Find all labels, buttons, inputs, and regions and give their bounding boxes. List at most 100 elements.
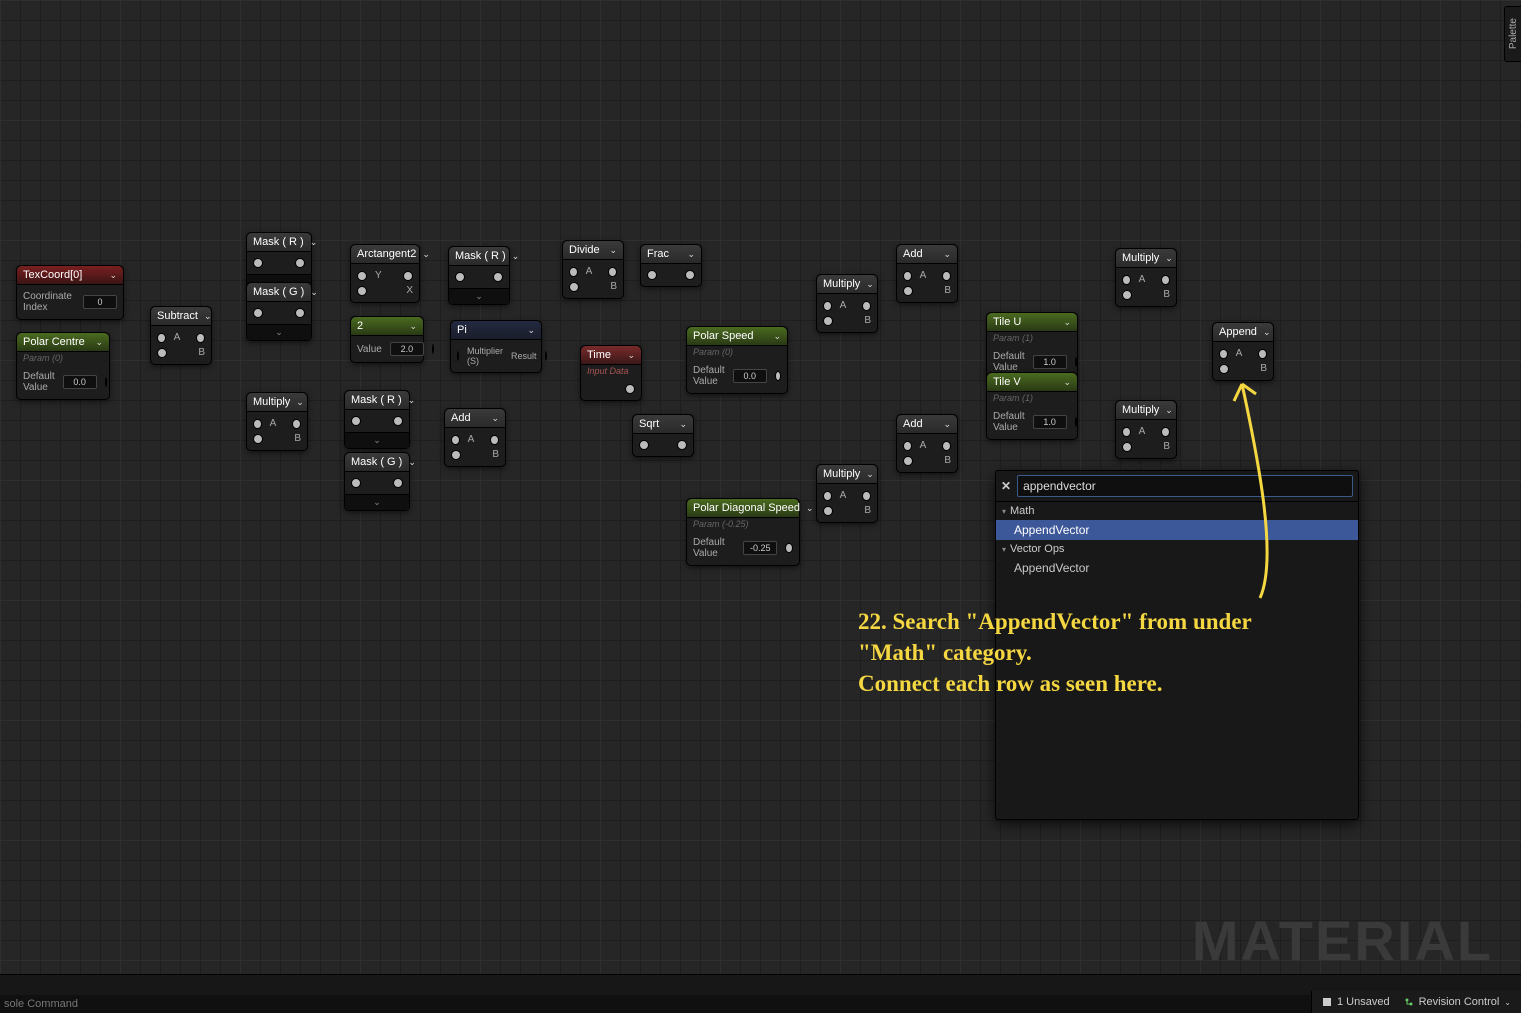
node-multiply-diag[interactable]: Multiply⌄ A B [816,464,878,523]
chevron-down-icon[interactable]: ⌄ [773,331,781,342]
chevron-down-icon[interactable]: ⌄ [627,350,635,361]
default-value-input[interactable] [1033,415,1067,429]
chevron-down-icon[interactable]: ⌄ [409,321,417,332]
pin-in-a[interactable] [157,333,166,343]
chevron-down-icon[interactable]: ⌄ [866,469,874,480]
pin-in[interactable] [351,416,361,426]
pin-in[interactable] [647,270,657,280]
pin-in[interactable] [639,440,649,450]
pin-in[interactable] [455,272,465,282]
node-add-bottom[interactable]: Add⌄ A B [896,414,958,473]
pin-in-b[interactable] [903,456,913,466]
pin-out[interactable] [545,351,547,361]
node-polar-speed[interactable]: Polar Speed⌄ Param (0) Default Value [686,326,788,394]
chevron-down-icon[interactable]: ⌄ [422,249,430,260]
pin-out[interactable] [608,267,617,277]
pin-in-b[interactable] [157,348,167,358]
chevron-down-icon[interactable]: ⌄ [408,395,416,406]
pin-out[interactable] [393,478,403,488]
node-polar-diagonal-speed[interactable]: Polar Diagonal Speed⌄ Param (-0.25) Defa… [686,498,800,566]
pin-out[interactable] [493,272,503,282]
expand-toggle[interactable]: ⌄ [345,432,409,448]
node-arctangent2[interactable]: Arctangent2⌄ Y X [350,244,420,303]
pin-in-a[interactable] [451,435,460,445]
pin-in-b[interactable] [903,286,913,296]
chevron-down-icon[interactable]: ⌄ [679,419,687,430]
pin-out[interactable] [942,441,951,451]
node-multiply-v[interactable]: Multiply⌄ A B [1115,400,1177,459]
pin-out[interactable] [292,419,301,429]
pin-out[interactable] [685,270,695,280]
node-polar-centre[interactable]: Polar Centre⌄ Param (0) Default Value [16,332,110,400]
node-tile-u[interactable]: Tile U⌄ Param (1) Default Value [986,312,1078,380]
node-sqrt[interactable]: Sqrt⌄ [632,414,694,457]
pin-out[interactable] [1258,349,1267,359]
pin-out[interactable] [105,377,107,387]
chevron-down-icon[interactable]: ⌄ [310,287,318,298]
pin-out[interactable] [1075,417,1077,427]
pin-in-b[interactable] [253,434,263,444]
chevron-down-icon[interactable]: ⌄ [943,419,951,430]
node-divide[interactable]: Divide⌄ A B [562,240,624,299]
chevron-down-icon[interactable]: ⌄ [1063,317,1071,328]
expand-toggle[interactable]: ⌄ [449,288,509,304]
pin-out[interactable] [1161,427,1170,437]
node-add-top[interactable]: Add⌄ A B [896,244,958,303]
default-value-input[interactable] [63,375,97,389]
pin-out[interactable] [490,435,499,445]
pin-in-a[interactable] [903,271,912,281]
pin-out[interactable] [403,271,413,281]
chevron-down-icon[interactable]: ⌄ [512,251,520,262]
pin-in[interactable] [351,478,361,488]
node-tile-v[interactable]: Tile V⌄ Param (1) Default Value [986,372,1078,440]
pin-out[interactable] [295,308,305,318]
pin-in-b[interactable] [823,316,833,326]
chevron-down-icon[interactable]: ⌄ [408,457,416,468]
pin-in-a[interactable] [1122,275,1131,285]
revision-control-menu[interactable]: Revision Control ⌄ [1404,996,1511,1008]
default-value-input[interactable] [743,541,777,555]
pin-in-b[interactable] [451,450,461,460]
chevron-down-icon[interactable]: ⌄ [109,270,117,281]
pin-out[interactable] [432,344,434,354]
expand-toggle[interactable]: ⌄ [247,324,311,340]
chevron-down-icon[interactable]: ⌄ [491,413,499,424]
node-constant-2[interactable]: 2⌄ Value [350,316,424,363]
chevron-down-icon[interactable]: ⌄ [943,249,951,260]
chevron-down-icon[interactable]: ⌄ [95,337,103,348]
chevron-down-icon[interactable]: ⌄ [296,397,304,408]
chevron-down-icon[interactable]: ⌄ [1165,405,1173,416]
pin-in-a[interactable] [823,301,832,311]
node-add-mid[interactable]: Add⌄ A B [444,408,506,467]
pin-out[interactable] [862,491,871,501]
pin-out[interactable] [775,371,781,381]
node-multiply-speed[interactable]: Multiply⌄ A B [816,274,878,333]
pin-out[interactable] [295,258,305,268]
node-mask-g-3[interactable]: Mask ( G )⌄ ⌄ [344,452,410,511]
chevron-down-icon[interactable]: ⌄ [1063,377,1071,388]
pin-in-x[interactable] [357,286,367,296]
pin-in-y[interactable] [357,271,367,281]
default-value-input[interactable] [1033,355,1067,369]
pin-out[interactable] [1161,275,1170,285]
pin-in-b[interactable] [1122,290,1132,300]
chevron-down-icon[interactable]: ⌄ [1165,253,1173,264]
category-vector-ops[interactable]: ▾Vector Ops [996,540,1358,558]
pin-out[interactable] [785,543,793,553]
pin-in-b[interactable] [823,506,833,516]
pin-in-a[interactable] [253,419,262,429]
node-subtract[interactable]: Subtract⌄ A B [150,306,212,365]
pin-in-a[interactable] [569,267,578,277]
chevron-down-icon[interactable]: ⌄ [866,279,874,290]
search-input[interactable] [1017,475,1353,497]
node-multiply-u[interactable]: Multiply⌄ A B [1115,248,1177,307]
pin-in[interactable] [457,351,459,361]
pin-out[interactable] [625,384,635,394]
node-mask-r-2[interactable]: Mask ( R )⌄ ⌄ [448,246,510,305]
console-input[interactable]: sole Command [0,995,1521,1013]
unsaved-indicator[interactable]: 1 Unsaved [1322,996,1390,1008]
node-time[interactable]: Time⌄ Input Data [580,345,642,401]
pin-in-b[interactable] [1219,364,1229,374]
chevron-down-icon[interactable]: ⌄ [204,311,212,322]
pin-out[interactable] [393,416,403,426]
